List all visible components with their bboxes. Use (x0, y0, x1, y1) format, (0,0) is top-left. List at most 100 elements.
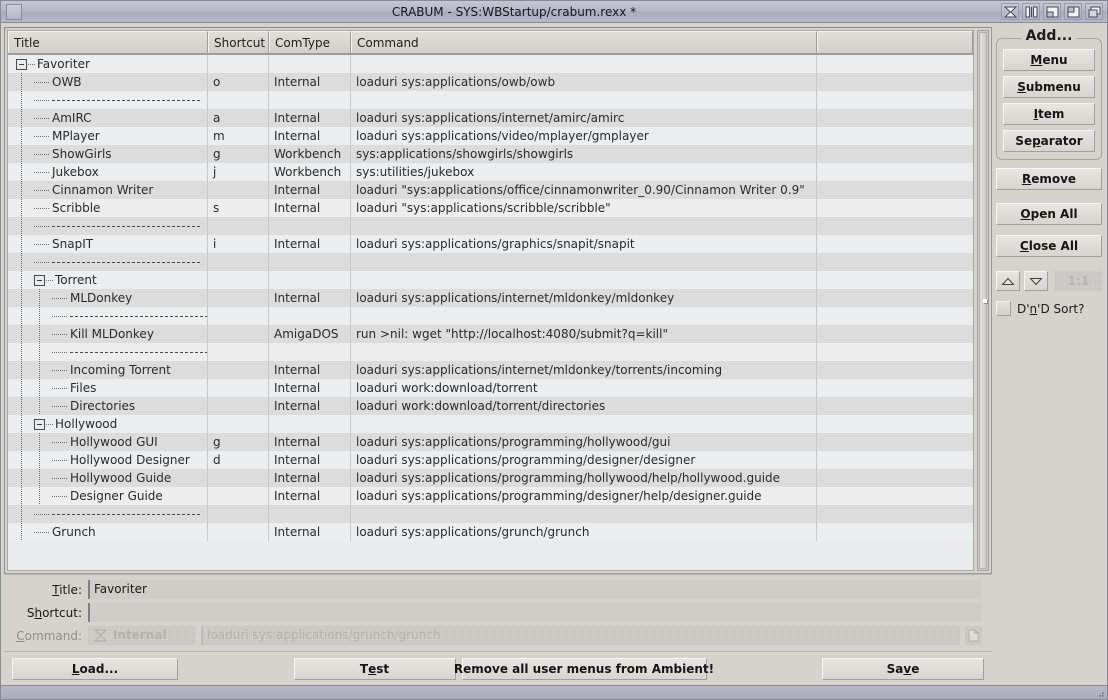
table-row[interactable]: OWB o Internal loaduri sys:applications/owb… (8, 73, 973, 91)
dnd-sort-checkbox[interactable] (996, 301, 1011, 316)
move-up-button[interactable] (996, 271, 1020, 291)
table-row[interactable]: Kill MLDonkey AmigaDOS run >nil: wget "htt… (8, 325, 973, 343)
tree-title-cell[interactable]: Torrent (8, 271, 208, 289)
tree-collapse-icon[interactable] (34, 274, 45, 286)
table-row[interactable]: Torrent (8, 271, 973, 289)
table-row[interactable]: Hollywood (8, 415, 973, 433)
table-row[interactable] (8, 253, 973, 271)
tree-title-cell[interactable] (8, 307, 208, 325)
table-row[interactable]: Grunch Internal loaduri sys:applications/g… (8, 523, 973, 541)
table-row[interactable] (8, 91, 973, 109)
tree-title-cell[interactable]: Kill MLDonkey (8, 325, 208, 343)
command-file-popup-button[interactable] (965, 626, 982, 645)
table-row[interactable]: MPlayer m Internal loaduri sys:applications… (8, 127, 973, 145)
add-menu-button[interactable]: Menu (1003, 49, 1095, 71)
table-row[interactable] (8, 217, 973, 235)
table-row[interactable]: Jukebox j Workbench sys:utilities/jukebox (8, 163, 973, 181)
column-header-command[interactable]: Command (351, 31, 817, 53)
tree-title-cell[interactable]: Hollywood Guide (8, 469, 208, 487)
table-row[interactable]: AmIRC a Internal loaduri sys:applications/i… (8, 109, 973, 127)
dnd-sort-row[interactable]: D'n'D Sort? (996, 301, 1102, 316)
tree-title-cell[interactable] (8, 343, 208, 361)
load-button[interactable]: Load... (12, 657, 178, 680)
move-down-button[interactable] (1024, 271, 1048, 291)
add-separator-button[interactable]: Se p arator (1003, 130, 1095, 152)
table-row[interactable]: Hollywood Designer d Internal loaduri sys:a… (8, 451, 973, 469)
tree-collapse-icon[interactable] (34, 418, 45, 430)
tree-title-cell[interactable]: Scribble (8, 199, 208, 217)
table-row[interactable]: Hollywood Guide Internal loaduri sys:appli… (8, 469, 973, 487)
tree-title-cell[interactable]: Jukebox (8, 163, 208, 181)
tree-title-cell[interactable]: Favoriter (8, 55, 208, 73)
tree-title-cell[interactable]: Grunch (8, 523, 208, 541)
tree-title-cell[interactable]: Directories (8, 397, 208, 415)
extra-cell (817, 523, 973, 541)
table-row[interactable] (8, 505, 973, 523)
table-row[interactable]: SnapIT i Internal loaduri sys:applications/… (8, 235, 973, 253)
tree-title-cell[interactable]: Hollywood (8, 415, 208, 433)
shortcut-input[interactable] (88, 603, 982, 622)
close-gadget[interactable] (1, 3, 27, 20)
column-header-comtype[interactable]: ComType (269, 31, 351, 53)
resize-grip-icon[interactable] (1095, 688, 1105, 698)
tree-title-cell[interactable]: Files (8, 379, 208, 397)
command-cell: loaduri work:download/torrent (351, 379, 817, 397)
tree-title-cell[interactable]: Cinnamon Writer (8, 181, 208, 199)
add-item-button[interactable]: Item (1003, 103, 1095, 125)
tree-collapse-icon[interactable] (16, 58, 27, 70)
table-row[interactable]: Cinnamon Writer Internal loaduri "sys:appl… (8, 181, 973, 199)
tree-title-cell[interactable]: AmIRC (8, 109, 208, 127)
tree-connector (34, 171, 50, 173)
table-row[interactable]: Scribble s Internal loaduri "sys:applicatio… (8, 199, 973, 217)
tree-title-cell[interactable] (8, 505, 208, 523)
tree-rows[interactable]: Favoriter OWB o Internal loaduri sys:applica… (8, 55, 973, 570)
table-row[interactable] (8, 343, 973, 361)
tree-title-cell[interactable] (8, 217, 208, 235)
scale-1to1-button[interactable]: 1:1 (1055, 271, 1102, 291)
tree-title-cell[interactable] (8, 91, 208, 109)
table-row[interactable]: MLDonkey Internal loaduri sys:applications… (8, 289, 973, 307)
table-row[interactable]: Directories Internal loaduri work:download… (8, 397, 973, 415)
tree-title-cell[interactable]: Hollywood Designer (8, 451, 208, 469)
zoom-gadget[interactable] (1064, 3, 1082, 20)
remove-button[interactable]: Remove (996, 168, 1102, 190)
list-vertical-scrollbar[interactable] (977, 30, 989, 571)
remove-all-user-menus-button[interactable]: Remove all user menus from Ambient! (454, 657, 714, 680)
column-header-shortcut[interactable]: Shortcut (208, 31, 269, 53)
tree-title-cell[interactable]: Incoming Torrent (8, 361, 208, 379)
close-all-button[interactable]: Close All (996, 235, 1102, 257)
column-header-title[interactable]: Title (8, 31, 208, 53)
tree-title-cell[interactable]: MLDonkey (8, 289, 208, 307)
table-row[interactable]: Incoming Torrent Internal loaduri sys:appl… (8, 361, 973, 379)
table-row[interactable]: Hollywood GUI g Internal loaduri sys:applic… (8, 433, 973, 451)
tree-title-cell[interactable] (8, 253, 208, 271)
open-all-button[interactable]: Open All (996, 203, 1102, 225)
column-header-extra[interactable] (817, 31, 973, 53)
test-button[interactable]: Te st (293, 657, 456, 680)
scrollbar-thumb[interactable] (979, 32, 987, 569)
depth-gadget[interactable] (1085, 3, 1103, 20)
iconify-gadget[interactable] (1001, 3, 1019, 20)
table-row[interactable]: Favoriter (8, 55, 973, 73)
menu-tree[interactable]: Title Shortcut ComType Command Favoriter OWB… (7, 30, 974, 571)
snapshot-gadget[interactable] (1022, 3, 1040, 20)
command-cell (351, 55, 817, 73)
size-gadget[interactable] (1043, 3, 1061, 20)
table-row[interactable]: Designer Guide Internal loaduri sys:applic… (8, 487, 973, 505)
add-submenu-button[interactable]: Submenu (1003, 76, 1095, 98)
tree-title-cell[interactable]: OWB (8, 73, 208, 91)
tree-title-cell[interactable]: SnapIT (8, 235, 208, 253)
table-row[interactable]: Files Internal loaduri work:download/torre… (8, 379, 973, 397)
table-row[interactable] (8, 307, 973, 325)
command-type-select[interactable]: Internal (88, 626, 196, 645)
tree-title-cell[interactable]: Hollywood GUI (8, 433, 208, 451)
command-cell (351, 271, 817, 289)
tree-title-cell[interactable]: MPlayer (8, 127, 208, 145)
table-row[interactable]: ShowGirls g Workbench sys:applications/show… (8, 145, 973, 163)
tree-title-cell[interactable]: ShowGirls (8, 145, 208, 163)
comtype-cell: Internal (269, 379, 351, 397)
title-input[interactable]: Favoriter (88, 580, 982, 599)
command-input[interactable]: loaduri sys:applications/grunch/grunch (201, 626, 960, 645)
tree-title-cell[interactable]: Designer Guide (8, 487, 208, 505)
save-button[interactable]: Sa v e (822, 657, 984, 680)
